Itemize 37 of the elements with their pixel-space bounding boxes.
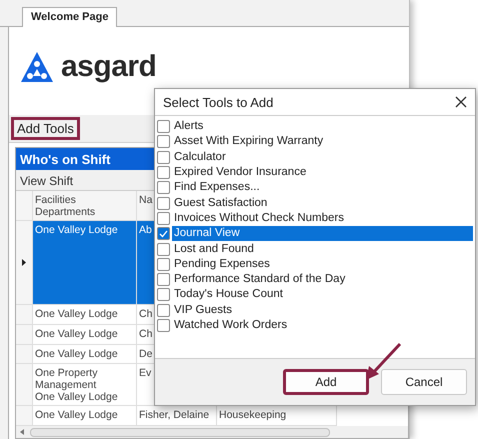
table-cell: One Valley Lodge (33, 406, 137, 426)
table-cell: One Valley Lodge (33, 305, 137, 325)
checkbox[interactable] (157, 181, 170, 194)
logo-icon (19, 50, 55, 84)
scroll-left-icon[interactable] (20, 429, 24, 435)
checkbox[interactable] (157, 135, 170, 148)
tool-option[interactable]: Alerts (172, 119, 473, 134)
tool-option[interactable]: Asset With Expiring Warranty (172, 134, 473, 150)
checkbox[interactable] (157, 227, 170, 240)
checkbox[interactable] (157, 319, 170, 332)
logo-text: asgard (61, 50, 156, 84)
table-cell: One Valley Lodge (33, 325, 137, 345)
checkbox[interactable] (157, 212, 170, 225)
table-cell: One Property Management One Valley Lodge (33, 364, 137, 406)
close-icon[interactable] (455, 96, 467, 108)
table-cell: Fisher, Delaine (137, 406, 217, 426)
checkbox[interactable] (157, 304, 170, 317)
column-header: Facilities Departments (33, 191, 137, 221)
table-cell: Housekeeping (217, 406, 337, 426)
checkbox[interactable] (157, 196, 170, 210)
checkbox[interactable] (157, 258, 170, 271)
table-cell: One Valley Lodge (33, 221, 137, 305)
checkbox[interactable] (157, 166, 170, 180)
checkbox[interactable] (157, 120, 170, 134)
checkbox[interactable] (157, 288, 170, 302)
checkbox[interactable] (157, 150, 170, 164)
scrollbar-thumb[interactable] (30, 428, 330, 436)
dialog-button[interactable]: Add (283, 369, 369, 395)
tool-option[interactable]: Journal View (172, 226, 473, 242)
dialog-button[interactable]: Cancel (381, 369, 467, 395)
row-pointer-icon (22, 259, 26, 266)
table-cell: One Valley Lodge (33, 345, 137, 364)
add-tools-button[interactable]: Add Tools (11, 117, 80, 140)
checkbox[interactable] (157, 242, 170, 256)
checkbox[interactable] (157, 273, 170, 286)
dialog-title: Select Tools to Add (163, 94, 274, 110)
welcome-tab[interactable]: Welcome Page (22, 7, 118, 27)
